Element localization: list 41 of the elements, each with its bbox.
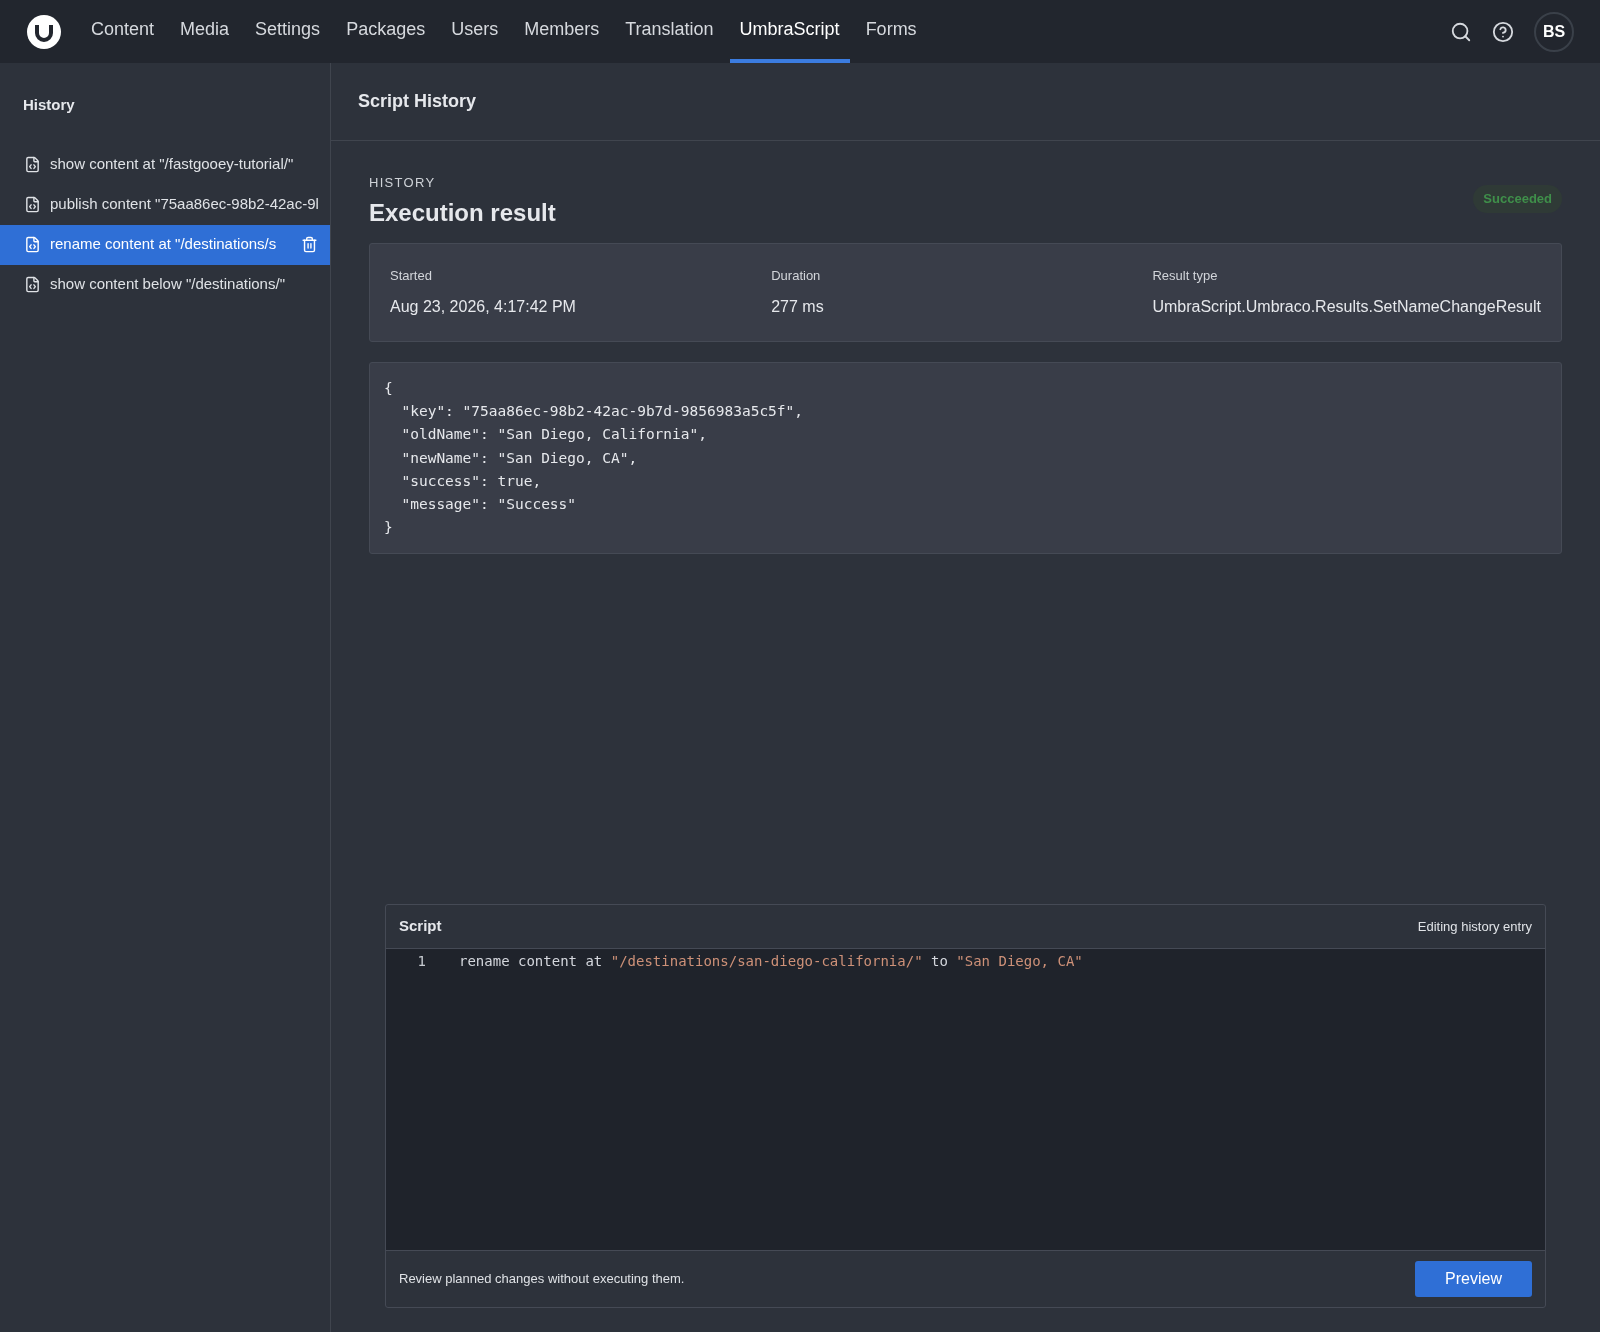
field-value: UmbraScript.Umbraco.Results.SetNameChangeResult [1152, 297, 1541, 317]
field-value: 277 ms [771, 297, 825, 317]
nav-tab[interactable]: UmbraScript [729, 0, 850, 63]
script-file-icon [24, 276, 41, 293]
sidebar-title: History [22, 95, 76, 115]
code-editor[interactable]: 1 rename content at "/destinations/san-diego-california/" to "San Diego, CA" [386, 949, 1545, 1250]
script-file-icon [24, 156, 41, 173]
help-icon[interactable] [1492, 20, 1514, 43]
editor-mode: Editing history entry [1417, 917, 1532, 936]
search-icon[interactable] [1450, 20, 1472, 43]
logo-icon[interactable] [26, 13, 62, 50]
script-file-icon [24, 196, 41, 213]
history-item[interactable]: show content below "/destinations/" [0, 264, 330, 305]
panel-title: Script [399, 916, 442, 937]
history-item[interactable]: show content at "/fastgooey-tutorial/" [0, 144, 330, 185]
field-label: Started [390, 266, 433, 285]
output-json: { "key": "75aa86ec-98b2-42ac-9b7d-9856983a5c5f", "oldName": "San Diego, California", "newName": "San Diego, CA", "success": true, "message": "Success" } [369, 362, 1562, 555]
nav-tab[interactable]: Settings [245, 0, 331, 63]
user-avatar[interactable]: BS [1534, 11, 1574, 52]
status-badge: Succeeded [1473, 185, 1562, 213]
nav-tab[interactable]: Packages [336, 0, 436, 63]
section-label: HISTORY [369, 174, 437, 192]
nav-tab[interactable]: Users [441, 0, 509, 63]
nav-tab[interactable]: Content [81, 0, 165, 63]
history-item[interactable]: rename content at "/destinations/s [0, 224, 330, 265]
preview-button[interactable]: Preview [1415, 1261, 1532, 1297]
section-title: Execution result [369, 197, 556, 228]
line-number: 1 [416, 952, 426, 971]
code-line: rename content at "/destinations/san-diego-california/" to "San Diego, CA" [459, 952, 1083, 971]
page-title: Script History [358, 90, 477, 113]
field-label: Duration [771, 266, 822, 285]
field-value: Aug 23, 2026, 4:17:42 PM [390, 297, 577, 317]
delete-icon[interactable] [301, 236, 318, 253]
preview-hint: Review planned changes without executing them. [399, 1270, 685, 1289]
nav-tab[interactable]: Members [514, 0, 610, 63]
nav-tab[interactable]: Translation [615, 0, 724, 63]
field-label: Result type [1152, 266, 1219, 285]
script-file-icon [24, 236, 41, 253]
nav-tab[interactable]: Media [170, 0, 240, 63]
nav-tab[interactable]: Forms [855, 0, 927, 63]
history-item[interactable]: publish content "75aa86ec-98b2-42ac-9l [0, 184, 330, 225]
